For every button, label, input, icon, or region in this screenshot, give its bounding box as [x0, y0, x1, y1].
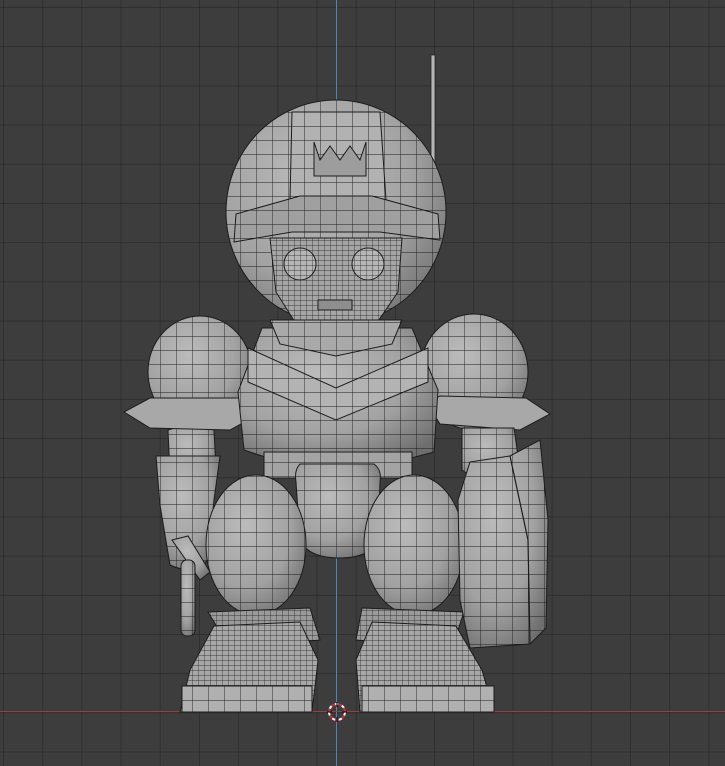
left-shoulder — [122, 315, 253, 431]
mech-pilot-mesh[interactable] — [0, 0, 725, 766]
3d-viewport[interactable] — [0, 0, 725, 766]
shield — [457, 439, 549, 649]
3d-cursor-icon[interactable] — [326, 701, 348, 723]
left-foot — [179, 621, 319, 713]
face — [269, 237, 403, 357]
right-shoulder — [419, 313, 551, 431]
